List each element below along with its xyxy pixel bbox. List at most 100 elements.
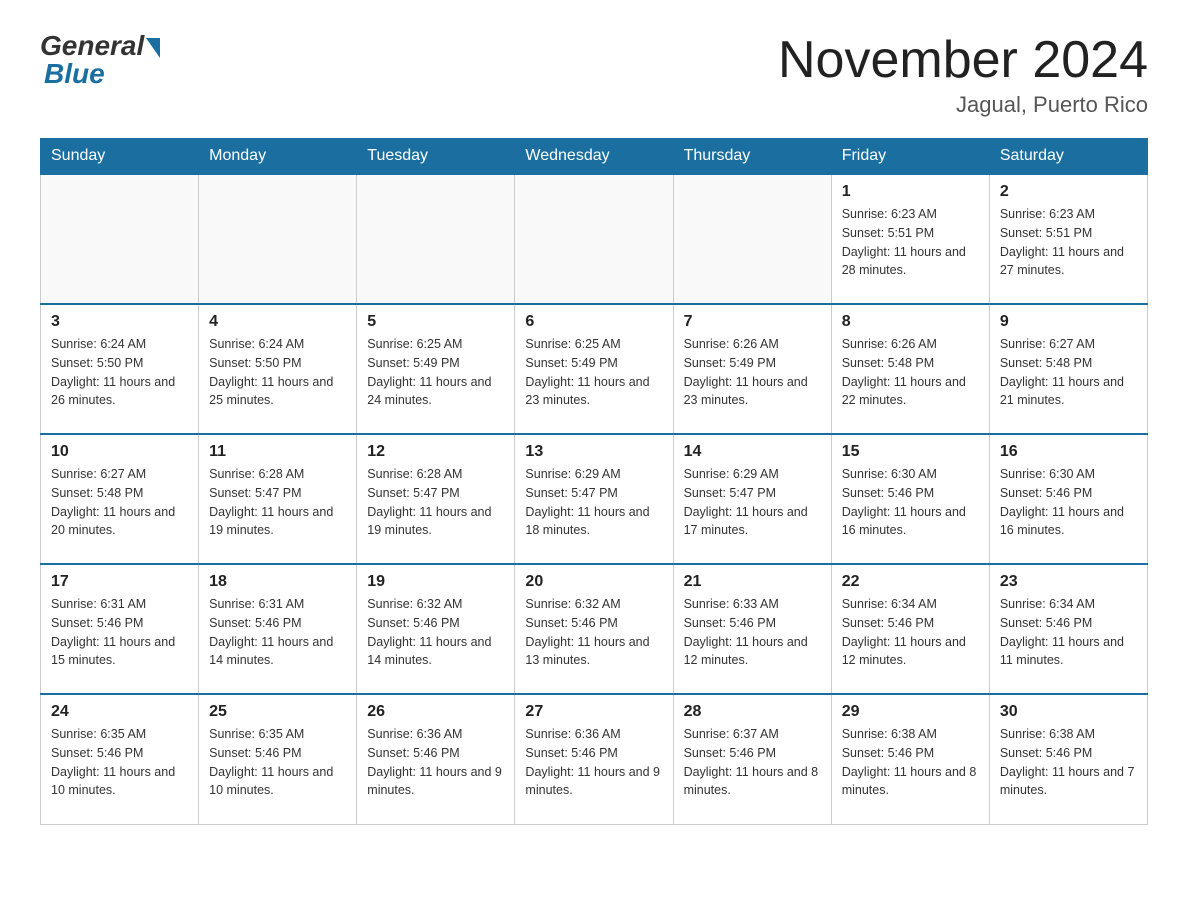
calendar-day-cell: 13Sunrise: 6:29 AMSunset: 5:47 PMDayligh… <box>515 434 673 564</box>
calendar-day-cell <box>673 174 831 304</box>
day-info: Sunrise: 6:26 AMSunset: 5:49 PMDaylight:… <box>684 335 821 410</box>
day-number: 11 <box>209 443 346 461</box>
page-header: General Blue November 2024 Jagual, Puert… <box>40 30 1148 118</box>
calendar-day-cell: 25 Sunrise: 6:35 AMSunset: 5:46 PMDayligh… <box>199 694 357 824</box>
day-info: Sunrise: 6:36 AMSunset: 5:46 PMDaylight:… <box>367 725 504 800</box>
day-info: Sunrise: 6:23 AMSunset: 5:51 PMDaylight:… <box>842 205 979 280</box>
day-number: 2 <box>1000 183 1137 201</box>
day-info: Sunrise: 6:28 AMSunset: 5:47 PMDaylight:… <box>209 465 346 540</box>
calendar-day-header: Thursday <box>673 139 831 175</box>
calendar-week-row: 17 Sunrise: 6:31 AMSunset: 5:46 PMDayligh… <box>41 564 1148 694</box>
calendar-day-header: Wednesday <box>515 139 673 175</box>
day-number: 30 <box>1000 703 1137 721</box>
logo-blue-text: Blue <box>44 58 105 90</box>
day-number: 24 <box>51 703 188 721</box>
day-info: Sunrise: 6:27 AMSunset: 5:48 PMDaylight:… <box>51 465 188 540</box>
calendar-day-cell: 1 Sunrise: 6:23 AMSunset: 5:51 PMDaylight… <box>831 174 989 304</box>
calendar-week-row: 10Sunrise: 6:27 AMSunset: 5:48 PMDayligh… <box>41 434 1148 564</box>
calendar-day-cell: 5 Sunrise: 6:25 AMSunset: 5:49 PMDaylight… <box>357 304 515 434</box>
day-info: Sunrise: 6:31 AMSunset: 5:46 PMDaylight:… <box>51 595 188 670</box>
calendar-day-cell: 27Sunrise: 6:36 AMSunset: 5:46 PMDayligh… <box>515 694 673 824</box>
calendar-day-header: Sunday <box>41 139 199 175</box>
day-info: Sunrise: 6:24 AMSunset: 5:50 PMDaylight:… <box>209 335 346 410</box>
day-info: Sunrise: 6:34 AMSunset: 5:46 PMDaylight:… <box>1000 595 1137 670</box>
month-title: November 2024 <box>778 30 1148 90</box>
day-info: Sunrise: 6:29 AMSunset: 5:47 PMDaylight:… <box>684 465 821 540</box>
location-title: Jagual, Puerto Rico <box>778 92 1148 118</box>
calendar-day-cell <box>515 174 673 304</box>
day-info: Sunrise: 6:35 AMSunset: 5:46 PMDaylight:… <box>209 725 346 800</box>
day-number: 26 <box>367 703 504 721</box>
day-number: 22 <box>842 573 979 591</box>
calendar-day-cell: 22 Sunrise: 6:34 AMSunset: 5:46 PMDayligh… <box>831 564 989 694</box>
calendar-day-cell: 26 Sunrise: 6:36 AMSunset: 5:46 PMDayligh… <box>357 694 515 824</box>
calendar-day-cell: 16 Sunrise: 6:30 AMSunset: 5:46 PMDayligh… <box>989 434 1147 564</box>
day-number: 9 <box>1000 313 1137 331</box>
logo: General Blue <box>40 30 160 90</box>
calendar-day-cell: 30 Sunrise: 6:38 AMSunset: 5:46 PMDayligh… <box>989 694 1147 824</box>
day-number: 29 <box>842 703 979 721</box>
calendar-day-cell: 21 Sunrise: 6:33 AMSunset: 5:46 PMDayligh… <box>673 564 831 694</box>
calendar-day-cell: 4 Sunrise: 6:24 AMSunset: 5:50 PMDaylight… <box>199 304 357 434</box>
calendar-day-header: Friday <box>831 139 989 175</box>
day-number: 16 <box>1000 443 1137 461</box>
calendar-day-cell: 17 Sunrise: 6:31 AMSunset: 5:46 PMDayligh… <box>41 564 199 694</box>
calendar-day-cell: 14 Sunrise: 6:29 AMSunset: 5:47 PMDayligh… <box>673 434 831 564</box>
day-number: 8 <box>842 313 979 331</box>
day-info: Sunrise: 6:38 AMSunset: 5:46 PMDaylight:… <box>842 725 979 800</box>
day-info: Sunrise: 6:27 AMSunset: 5:48 PMDaylight:… <box>1000 335 1137 410</box>
day-info: Sunrise: 6:23 AMSunset: 5:51 PMDaylight:… <box>1000 205 1137 280</box>
day-info: Sunrise: 6:34 AMSunset: 5:46 PMDaylight:… <box>842 595 979 670</box>
title-section: November 2024 Jagual, Puerto Rico <box>778 30 1148 118</box>
day-info: Sunrise: 6:35 AMSunset: 5:46 PMDaylight:… <box>51 725 188 800</box>
calendar-day-cell: 28 Sunrise: 6:37 AMSunset: 5:46 PMDayligh… <box>673 694 831 824</box>
calendar-week-row: 24 Sunrise: 6:35 AMSunset: 5:46 PMDayligh… <box>41 694 1148 824</box>
day-number: 14 <box>684 443 821 461</box>
day-number: 15 <box>842 443 979 461</box>
calendar-day-cell: 7 Sunrise: 6:26 AMSunset: 5:49 PMDaylight… <box>673 304 831 434</box>
day-number: 6 <box>525 313 662 331</box>
day-info: Sunrise: 6:32 AMSunset: 5:46 PMDaylight:… <box>525 595 662 670</box>
day-info: Sunrise: 6:32 AMSunset: 5:46 PMDaylight:… <box>367 595 504 670</box>
day-number: 1 <box>842 183 979 201</box>
day-info: Sunrise: 6:37 AMSunset: 5:46 PMDaylight:… <box>684 725 821 800</box>
calendar-day-header: Monday <box>199 139 357 175</box>
calendar-header-row: SundayMondayTuesdayWednesdayThursdayFrid… <box>41 139 1148 175</box>
calendar-day-cell: 29 Sunrise: 6:38 AMSunset: 5:46 PMDayligh… <box>831 694 989 824</box>
day-number: 7 <box>684 313 821 331</box>
day-info: Sunrise: 6:30 AMSunset: 5:46 PMDaylight:… <box>1000 465 1137 540</box>
day-number: 23 <box>1000 573 1137 591</box>
day-number: 5 <box>367 313 504 331</box>
day-number: 21 <box>684 573 821 591</box>
calendar-day-cell <box>41 174 199 304</box>
calendar-day-cell <box>357 174 515 304</box>
day-info: Sunrise: 6:30 AMSunset: 5:46 PMDaylight:… <box>842 465 979 540</box>
day-number: 18 <box>209 573 346 591</box>
calendar-day-cell: 20 Sunrise: 6:32 AMSunset: 5:46 PMDayligh… <box>515 564 673 694</box>
calendar-day-cell: 8Sunrise: 6:26 AMSunset: 5:48 PMDaylight… <box>831 304 989 434</box>
calendar-day-cell: 6 Sunrise: 6:25 AMSunset: 5:49 PMDaylight… <box>515 304 673 434</box>
day-info: Sunrise: 6:31 AMSunset: 5:46 PMDaylight:… <box>209 595 346 670</box>
day-number: 25 <box>209 703 346 721</box>
day-number: 17 <box>51 573 188 591</box>
day-info: Sunrise: 6:36 AMSunset: 5:46 PMDaylight:… <box>525 725 662 800</box>
calendar-table: SundayMondayTuesdayWednesdayThursdayFrid… <box>40 138 1148 825</box>
calendar-day-cell: 12Sunrise: 6:28 AMSunset: 5:47 PMDayligh… <box>357 434 515 564</box>
calendar-day-cell: 9 Sunrise: 6:27 AMSunset: 5:48 PMDaylight… <box>989 304 1147 434</box>
calendar-day-cell: 24 Sunrise: 6:35 AMSunset: 5:46 PMDayligh… <box>41 694 199 824</box>
day-info: Sunrise: 6:25 AMSunset: 5:49 PMDaylight:… <box>367 335 504 410</box>
calendar-day-header: Tuesday <box>357 139 515 175</box>
calendar-week-row: 3 Sunrise: 6:24 AMSunset: 5:50 PMDaylight… <box>41 304 1148 434</box>
day-number: 19 <box>367 573 504 591</box>
calendar-day-header: Saturday <box>989 139 1147 175</box>
day-number: 12 <box>367 443 504 461</box>
day-number: 20 <box>525 573 662 591</box>
day-info: Sunrise: 6:33 AMSunset: 5:46 PMDaylight:… <box>684 595 821 670</box>
day-number: 4 <box>209 313 346 331</box>
day-info: Sunrise: 6:24 AMSunset: 5:50 PMDaylight:… <box>51 335 188 410</box>
day-info: Sunrise: 6:38 AMSunset: 5:46 PMDaylight:… <box>1000 725 1137 800</box>
calendar-day-cell: 18 Sunrise: 6:31 AMSunset: 5:46 PMDayligh… <box>199 564 357 694</box>
day-number: 28 <box>684 703 821 721</box>
day-info: Sunrise: 6:25 AMSunset: 5:49 PMDaylight:… <box>525 335 662 410</box>
day-number: 3 <box>51 313 188 331</box>
